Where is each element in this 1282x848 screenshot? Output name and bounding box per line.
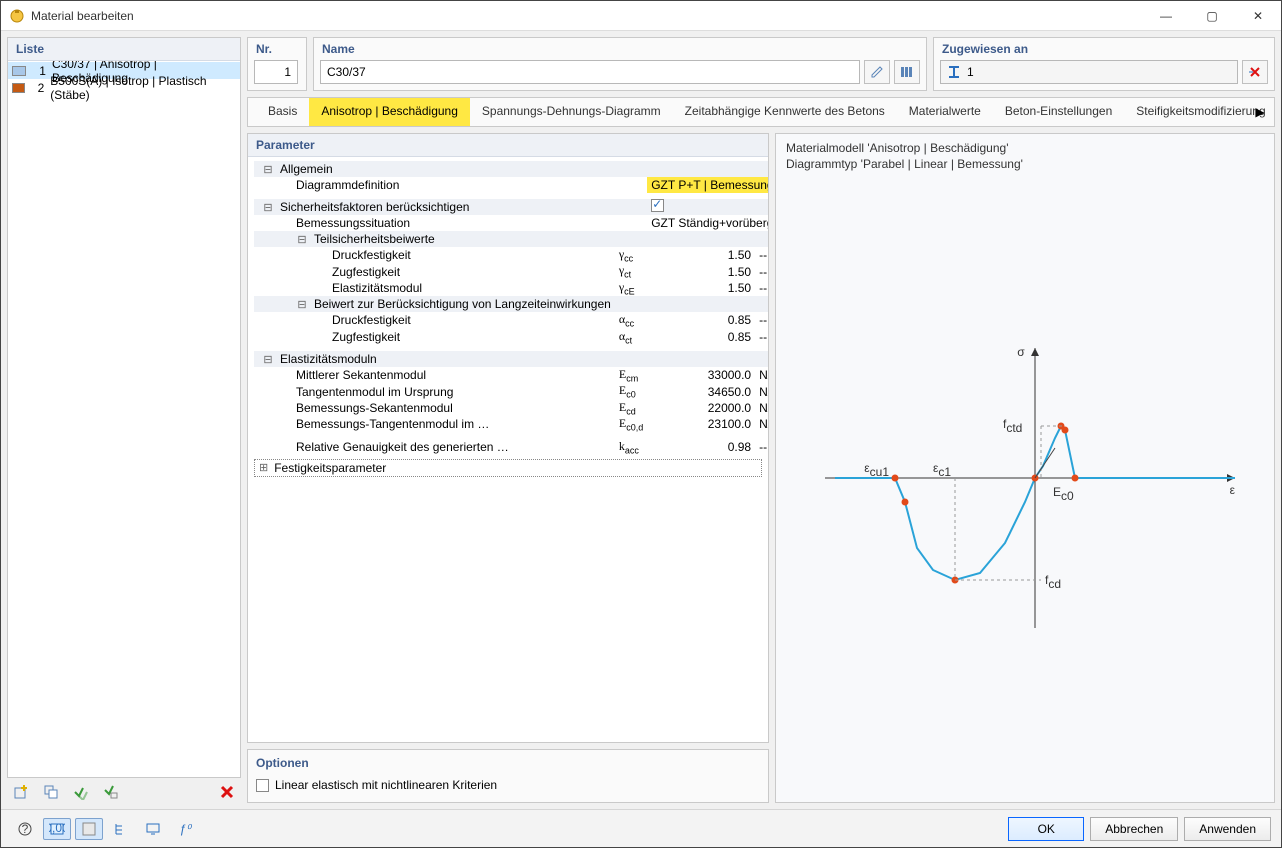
assigned-label: Zugewiesen an xyxy=(934,38,1274,56)
svg-text:fctd: fctd xyxy=(1003,417,1022,435)
edit-name-button[interactable] xyxy=(864,60,890,84)
maximize-button[interactable]: ▢ xyxy=(1189,1,1235,31)
options-header: Optionen xyxy=(256,756,760,770)
help-icon: ? xyxy=(17,821,33,837)
parameters-grid[interactable]: AllgemeinDiagrammdefinitionGZT P+T | Bem… xyxy=(254,161,768,455)
nr-input[interactable] xyxy=(254,60,298,84)
param-group[interactable]: Teilsicherheitsbeiwerte xyxy=(254,231,768,247)
param-row[interactable]: Bemessungs-Tangentenmodul im …Ec0,d23100… xyxy=(254,416,768,432)
param-group[interactable]: Allgemein xyxy=(254,161,768,177)
tab-1[interactable]: Anisotrop | Beschädigung xyxy=(309,98,470,126)
units-icon: 0,00 xyxy=(49,821,65,837)
param-row[interactable]: Bemessungs-SekantenmodulEcd22000.0N/mm² xyxy=(254,400,768,416)
param-row[interactable]: Druckfestigkeitγcc1.50-- xyxy=(254,247,768,263)
clear-assignment-button[interactable] xyxy=(1242,60,1268,84)
tree-button[interactable] xyxy=(107,818,135,840)
list-row-label: B500S(A) | Isotrop | Plastisch (Stäbe) xyxy=(50,74,236,102)
list-header: Liste xyxy=(8,38,240,61)
edit-icon xyxy=(870,65,884,79)
svg-text:ε: ε xyxy=(1230,483,1236,497)
svg-text:σ: σ xyxy=(1017,345,1025,359)
collapsed-section-label: Festigkeitsparameter xyxy=(274,461,386,475)
tab-3[interactable]: Zeitabhängige Kennwerte des Betons xyxy=(673,98,897,126)
param-row[interactable]: ElastizitätsmodulγcE1.50-- xyxy=(254,280,768,296)
svg-text:Ec0: Ec0 xyxy=(1053,485,1074,503)
param-row[interactable]: Tangentenmodul im UrsprungEc034650.0N/mm… xyxy=(254,383,768,399)
display-button[interactable] xyxy=(139,818,167,840)
cancel-button[interactable]: Abbrechen xyxy=(1090,817,1178,841)
i-section-icon xyxy=(947,65,961,79)
list-toolbar xyxy=(7,778,241,803)
list-row-1[interactable]: 2 B500S(A) | Isotrop | Plastisch (Stäbe) xyxy=(8,79,240,96)
tabs-overflow-button[interactable]: ▶ xyxy=(1250,102,1270,122)
param-group[interactable]: Beiwert zur Berücksichtigung von Langzei… xyxy=(254,296,768,312)
ok-button[interactable]: OK xyxy=(1008,817,1084,841)
preview-caption-line2: Diagrammtyp 'Parabel | Linear | Bemessun… xyxy=(786,156,1264,172)
library-icon xyxy=(900,65,914,79)
display-icon xyxy=(145,821,161,837)
param-group[interactable]: Elastizitätsmoduln xyxy=(254,351,768,367)
options-box: Optionen Linear elastisch mit nichtlinea… xyxy=(247,749,769,803)
collapsed-section-festigkeitsparameter[interactable]: Festigkeitsparameter xyxy=(254,459,762,477)
function-button[interactable]: ƒ⁰ xyxy=(171,818,199,840)
apply-button[interactable]: Anwenden xyxy=(1184,817,1271,841)
name-label: Name xyxy=(314,38,926,56)
list-row-num: 1 xyxy=(32,64,46,78)
svg-text:εc1: εc1 xyxy=(933,461,951,479)
preview-caption-line1: Materialmodell 'Anisotrop | Beschädigung… xyxy=(786,140,1264,156)
view-toggle-button[interactable] xyxy=(75,818,103,840)
tabs: BasisAnisotrop | BeschädigungSpannungs-D… xyxy=(247,97,1275,127)
dialog-footer: ? 0,00 ƒ⁰ OK Abbrechen Anwenden xyxy=(1,809,1281,847)
svg-text:ƒ⁰: ƒ⁰ xyxy=(179,822,193,836)
new-item-button[interactable] xyxy=(7,781,35,803)
title-bar: Material bearbeiten — ▢ ✕ xyxy=(1,1,1281,31)
tab-0[interactable]: Basis xyxy=(256,98,309,126)
preview-panel: Materialmodell 'Anisotrop | Beschädigung… xyxy=(775,133,1275,803)
open-library-button[interactable] xyxy=(894,60,920,84)
help-button[interactable]: ? xyxy=(11,818,39,840)
assigned-value: 1 xyxy=(967,65,974,79)
secondary-checks-button[interactable] xyxy=(97,781,125,803)
material-list[interactable]: 1 C30/37 | Anisotrop | Beschädigung 2 B5… xyxy=(8,61,240,777)
name-input[interactable] xyxy=(320,60,860,84)
param-row[interactable]: Zugfestigkeitγct1.50-- xyxy=(254,263,768,279)
assigned-field[interactable]: 1 xyxy=(940,60,1238,84)
minimize-button[interactable]: — xyxy=(1143,1,1189,31)
close-button[interactable]: ✕ xyxy=(1235,1,1281,31)
svg-text:fcd: fcd xyxy=(1045,573,1061,591)
param-row[interactable]: Zugfestigkeitαct0.85-- xyxy=(254,329,768,345)
param-row[interactable]: BemessungssituationGZT Ständig+vorüberge… xyxy=(254,215,768,231)
param-row[interactable]: Mittlerer SekantenmodulEcm33000.0N/mm² xyxy=(254,367,768,383)
tab-2[interactable]: Spannungs-Dehnungs-Diagramm xyxy=(470,98,673,126)
param-row[interactable]: Druckfestigkeitαcc0.85-- xyxy=(254,312,768,328)
window-title: Material bearbeiten xyxy=(31,9,1143,23)
swatch-icon xyxy=(12,66,26,76)
function-icon: ƒ⁰ xyxy=(177,821,193,837)
linear-elastic-checkbox[interactable]: Linear elastisch mit nichtlinearen Krite… xyxy=(256,778,760,792)
clear-assignment-icon xyxy=(1248,65,1262,79)
apply-checks-button[interactable] xyxy=(67,781,95,803)
param-row[interactable]: Relative Genauigkeit des generierten …ka… xyxy=(254,439,768,455)
parameters-header: Parameter xyxy=(248,134,768,157)
svg-text:εcu1: εcu1 xyxy=(864,461,889,479)
svg-text:?: ? xyxy=(22,822,29,836)
app-icon xyxy=(9,8,25,24)
nr-label: Nr. xyxy=(248,38,306,56)
stress-strain-chart: σ ε εcu1 εc1 Ec0 fctd fcd xyxy=(805,328,1245,648)
svg-text:0,00: 0,00 xyxy=(49,821,65,835)
view-icon xyxy=(81,821,97,837)
tree-icon xyxy=(113,821,129,837)
tab-5[interactable]: Beton-Einstellungen xyxy=(993,98,1124,126)
tab-4[interactable]: Materialwerte xyxy=(897,98,993,126)
units-button[interactable]: 0,00 xyxy=(43,818,71,840)
param-row[interactable]: DiagrammdefinitionGZT P+T | Bemessungswe… xyxy=(254,177,768,193)
checkbox-icon[interactable] xyxy=(651,199,664,212)
param-group[interactable]: Sicherheitsfaktoren berücksichtigen xyxy=(254,199,768,215)
list-row-num: 2 xyxy=(31,81,44,95)
linear-elastic-label: Linear elastisch mit nichtlinearen Krite… xyxy=(275,778,497,792)
copy-item-button[interactable] xyxy=(37,781,65,803)
delete-item-button[interactable] xyxy=(213,781,241,803)
swatch-icon xyxy=(12,83,25,93)
